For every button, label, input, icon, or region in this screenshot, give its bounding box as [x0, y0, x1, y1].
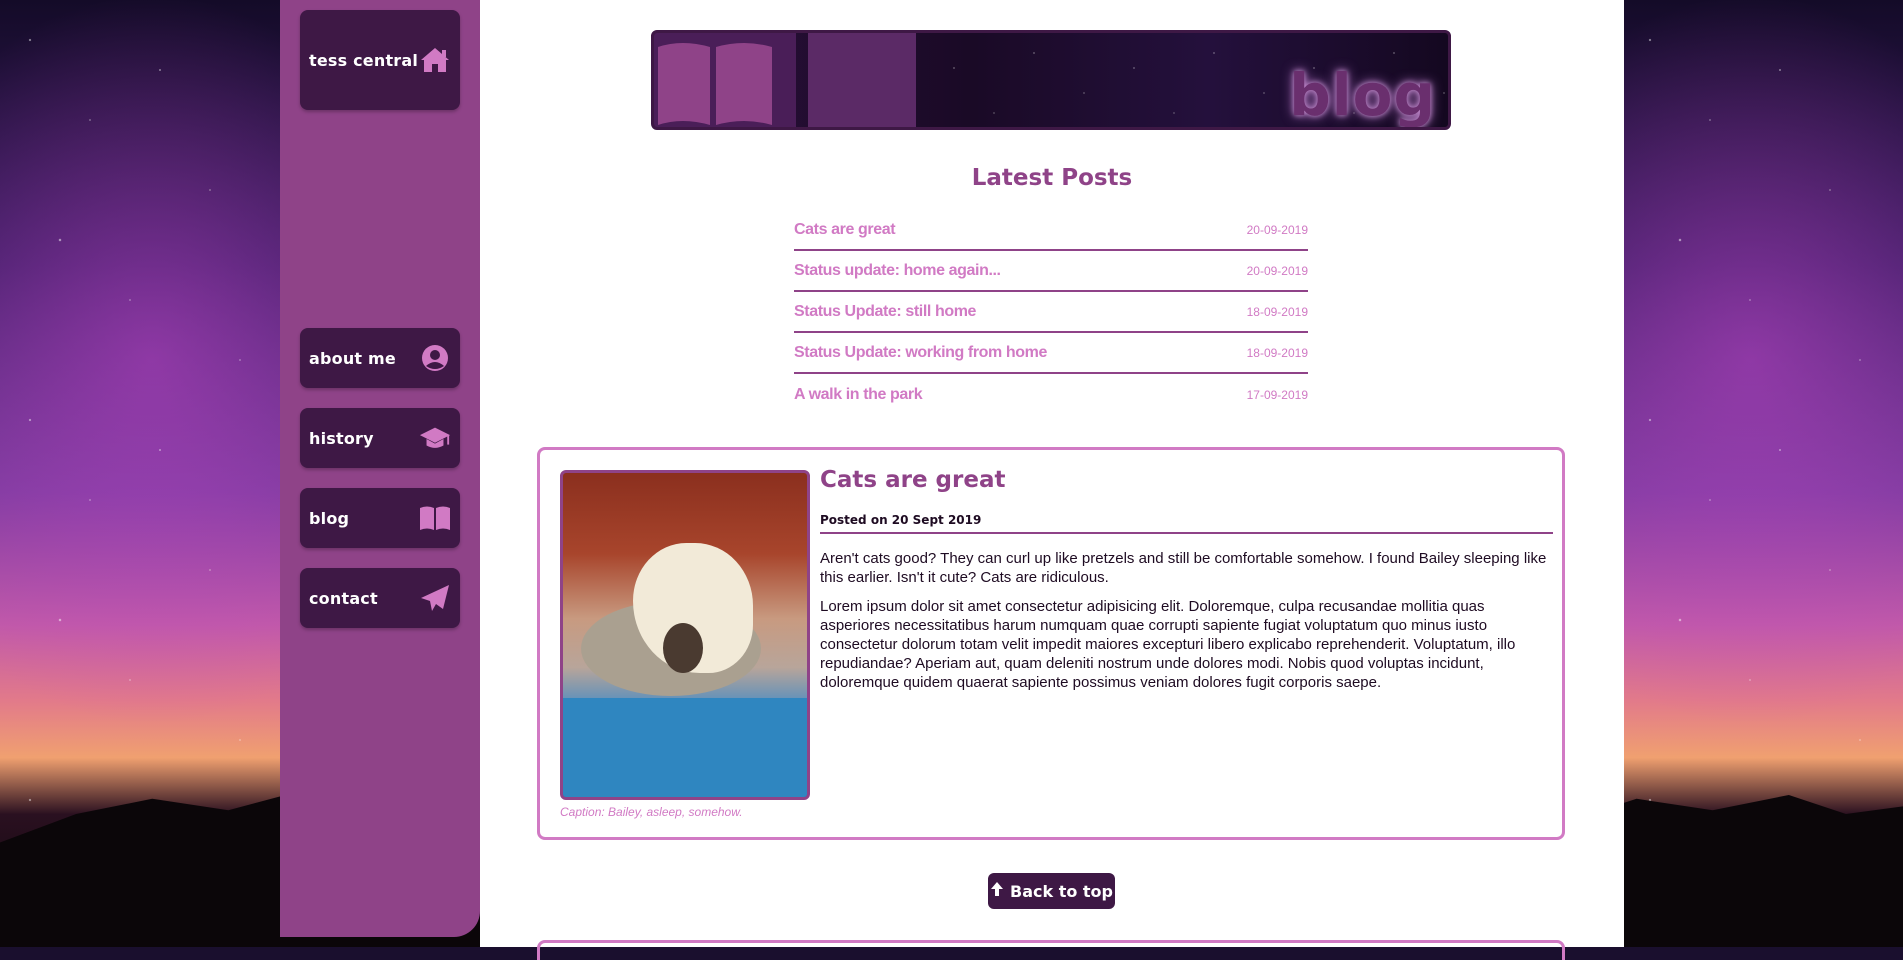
- post-link[interactable]: A walk in the park: [794, 386, 923, 404]
- main-content: blog Latest Posts Cats are great 20-09-2…: [480, 0, 1624, 960]
- user-circle-icon: [419, 342, 451, 374]
- post-body: Aren't cats good? They can curl up like …: [820, 549, 1553, 702]
- post-link[interactable]: Status update: home again...: [794, 262, 1001, 280]
- post-date: 17-09-2019: [1246, 387, 1308, 402]
- nav-history-button[interactable]: history: [300, 408, 460, 468]
- post-paragraph: Aren't cats good? They can curl up like …: [820, 550, 1547, 586]
- nav-contact-label: contact: [309, 588, 378, 608]
- post-paragraph: Lorem ipsum dolor sit amet consectetur a…: [820, 598, 1516, 691]
- next-post-card: [537, 940, 1565, 960]
- sidebar: tess central about me history blog conta…: [280, 0, 480, 937]
- list-item: Status update: home again... 20-09-2019: [794, 251, 1308, 292]
- arrow-up-icon: [990, 881, 1004, 901]
- nav-about-label: about me: [309, 348, 396, 368]
- book-open-icon: [658, 43, 772, 125]
- post-date: 18-09-2019: [1246, 304, 1308, 319]
- post-link[interactable]: Status Update: working from home: [794, 344, 1047, 362]
- book-open-icon: [419, 502, 451, 534]
- post-meta: Posted on 20 Sept 2019: [820, 513, 1553, 534]
- graduation-cap-icon: [419, 422, 451, 454]
- nav-history-label: history: [309, 428, 374, 448]
- blog-post-card: Caption: Bailey, asleep, somehow. Cats a…: [537, 447, 1565, 840]
- latest-posts-list: Cats are great 20-09-2019 Status update:…: [794, 210, 1308, 415]
- banner-book-panel: [654, 33, 796, 127]
- list-item: Cats are great 20-09-2019: [794, 210, 1308, 251]
- post-link[interactable]: Cats are great: [794, 221, 896, 239]
- cat-photo: [560, 470, 810, 800]
- post-date: 20-09-2019: [1246, 222, 1308, 237]
- list-item: A walk in the park 17-09-2019: [794, 374, 1308, 415]
- nav-blog-label: blog: [309, 508, 350, 528]
- paper-plane-icon: [419, 582, 451, 614]
- home-icon: [419, 44, 451, 76]
- banner-title: blog: [1289, 61, 1436, 129]
- nav-contact-button[interactable]: contact: [300, 568, 460, 628]
- latest-posts-heading: Latest Posts: [971, 165, 1133, 191]
- back-to-top-button[interactable]: Back to top: [988, 873, 1115, 909]
- blog-banner: blog: [651, 30, 1451, 130]
- list-item: Status Update: working from home 18-09-2…: [794, 333, 1308, 374]
- banner-block: [808, 33, 916, 127]
- back-to-top-label: Back to top: [1010, 881, 1113, 901]
- list-item: Status Update: still home 18-09-2019: [794, 292, 1308, 333]
- post-date: 18-09-2019: [1246, 345, 1308, 360]
- nav-home-label: tess central: [309, 50, 419, 70]
- post-date: 20-09-2019: [1246, 263, 1308, 278]
- photo-caption: Caption: Bailey, asleep, somehow.: [560, 805, 743, 819]
- post-link[interactable]: Status Update: still home: [794, 303, 976, 321]
- nav-about-button[interactable]: about me: [300, 328, 460, 388]
- nav-home-button[interactable]: tess central: [300, 10, 460, 110]
- nav-blog-button[interactable]: blog: [300, 488, 460, 548]
- post-title: Cats are great: [820, 467, 1006, 493]
